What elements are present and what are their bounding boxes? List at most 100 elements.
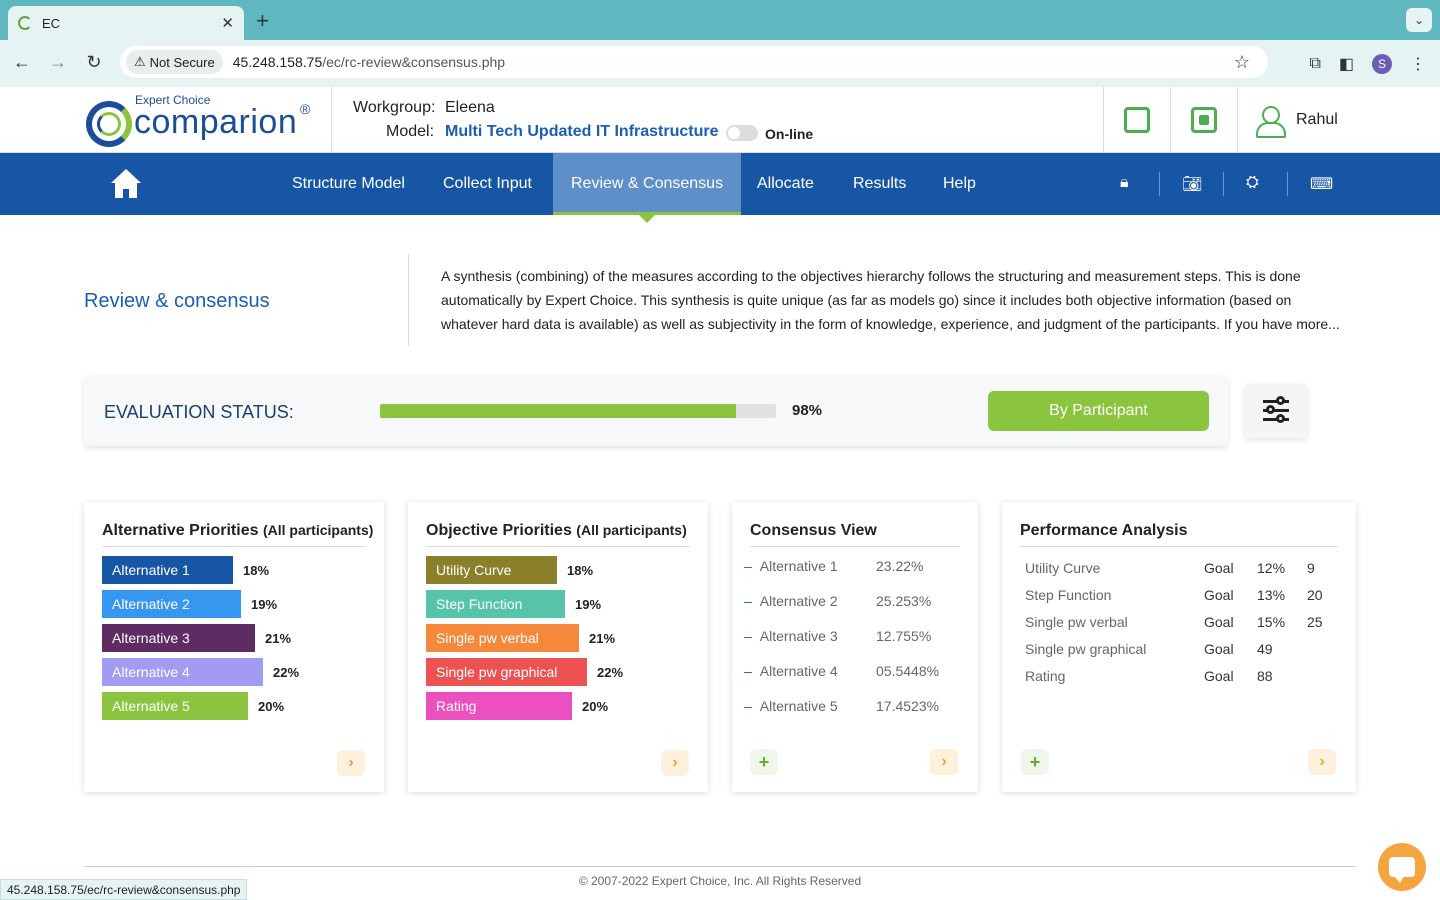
nav-allocate[interactable]: Allocate — [739, 153, 832, 215]
consensus-row[interactable]: – Alternative 2 — [744, 593, 838, 609]
alternative-priority-bar[interactable]: Alternative 2 — [102, 590, 241, 618]
card-title: Alternative Priorities (All participants… — [102, 522, 373, 540]
close-tab-icon[interactable]: ✕ — [221, 14, 234, 32]
card-title: Objective Priorities (All participants) — [426, 522, 687, 540]
logo-registered-mark: ® — [300, 101, 311, 117]
nav-help[interactable]: Help — [925, 153, 994, 215]
back-icon[interactable]: ← — [4, 52, 40, 73]
consensus-row[interactable]: – Alternative 4 — [744, 663, 838, 679]
new-tab-button[interactable]: + — [256, 8, 269, 34]
toolbar-actions: ⧉ ◧ S ⋮ — [1309, 40, 1440, 87]
keyboard-icon[interactable]: ⌨ — [1310, 174, 1333, 194]
consensus-row[interactable]: – Alternative 1 — [744, 558, 838, 574]
browser-tab[interactable]: EC ✕ — [8, 6, 244, 40]
alternative-priority-bar[interactable]: Alternative 5 — [102, 692, 248, 720]
card-divider — [1020, 546, 1338, 547]
menu-kebab-icon[interactable]: ⋮ — [1410, 54, 1426, 74]
favicon-icon — [18, 16, 32, 30]
app-header: Expert Choice comparion ® Workgroup: Ele… — [0, 87, 1440, 153]
consensus-label: Alternative 1 — [759, 558, 838, 574]
performance-objective: Single pw verbal — [1025, 614, 1128, 630]
consensus-row[interactable]: – Alternative 5 — [744, 698, 838, 714]
main-navigation: Structure Model Collect Input Review & C… — [0, 153, 1440, 223]
add-button[interactable]: + — [750, 749, 778, 775]
online-toggle[interactable] — [726, 125, 758, 141]
collapse-dash-icon[interactable]: – — [744, 593, 752, 609]
objective-priority-bar[interactable]: Utility Curve — [426, 556, 557, 584]
objective-priority-bar[interactable]: Single pw verbal — [426, 624, 579, 652]
tab-search-button[interactable]: ⌄ — [1406, 8, 1432, 32]
model-link[interactable]: Multi Tech Updated IT Infrastructure — [445, 123, 719, 141]
nav-review-consensus[interactable]: Review & Consensus — [553, 153, 742, 223]
nav-results[interactable]: Results — [835, 153, 924, 215]
nav-structure-model[interactable]: Structure Model — [274, 153, 423, 215]
collapse-dash-icon[interactable]: – — [744, 558, 752, 574]
user-menu[interactable]: Rahul — [1237, 87, 1440, 153]
filter-settings-button[interactable] — [1245, 384, 1307, 438]
card-subtitle: (All participants) — [262, 522, 374, 538]
nav-separator — [1159, 172, 1160, 196]
collapse-dash-icon[interactable]: – — [744, 628, 752, 644]
objective-priority-bar[interactable]: Rating — [426, 692, 572, 720]
nav-separator — [1223, 172, 1224, 196]
logo-wordmark: comparion — [134, 103, 298, 141]
workgroup-value[interactable]: Eleena — [445, 99, 495, 117]
browser-tabbar: EC ✕ + ⌄ — [0, 0, 1440, 40]
alternative-priority-bar[interactable]: Alternative 3 — [102, 624, 255, 652]
collapse-dash-icon[interactable]: – — [744, 663, 752, 679]
performance-value-a: 15% — [1257, 614, 1286, 630]
nav-collect-input[interactable]: Collect Input — [425, 153, 550, 215]
performance-value-a: 88 — [1257, 668, 1273, 684]
extensions-icon[interactable]: ⧉ — [1309, 55, 1320, 73]
card-subtitle: (All participants) — [576, 522, 687, 538]
map-pin-button[interactable] — [1103, 87, 1170, 153]
address-bar[interactable]: ⚠ Not Secure 45.248.158.75/ec/rc-review&c… — [120, 46, 1268, 78]
card-title-text: Objective Priorities — [426, 522, 572, 539]
card-divider — [102, 546, 366, 547]
security-chip[interactable]: ⚠ Not Secure — [126, 50, 223, 74]
page-title: Review & consensus — [84, 290, 270, 312]
objective-priority-bar[interactable]: Single pw graphical — [426, 658, 587, 686]
next-arrow-button[interactable]: › — [930, 749, 958, 775]
binoculars-icon[interactable]: ⛭ — [1246, 174, 1259, 192]
reload-icon[interactable]: ↻ — [76, 52, 112, 73]
next-arrow-button[interactable]: › — [661, 750, 689, 776]
objective-priority-bar[interactable]: Step Function — [426, 590, 565, 618]
workgroup-label: Workgroup: — [353, 99, 436, 116]
next-arrow-button[interactable]: › — [1308, 749, 1336, 775]
profile-avatar[interactable]: S — [1372, 53, 1392, 74]
evaluation-progress-fill — [380, 404, 737, 418]
consensus-value: 23.22% — [876, 558, 924, 574]
alternative-priorities-card: Alternative Priorities (All participants… — [84, 502, 384, 792]
chat-button[interactable] — [1378, 843, 1426, 891]
bookmark-star-icon[interactable]: ☆ — [1234, 52, 1250, 73]
side-panel-icon[interactable]: ◧ — [1339, 54, 1354, 74]
performance-objective: Rating — [1025, 668, 1066, 684]
alternative-priority-row: Alternative 4 22% — [102, 658, 299, 686]
lock-icon[interactable]: 🔒︎ — [1120, 174, 1129, 192]
card-title: Performance Analysis — [1020, 522, 1188, 539]
fullscreen-button[interactable] — [1170, 87, 1237, 153]
objective-priority-value: 19% — [575, 596, 602, 612]
forward-icon[interactable]: → — [40, 52, 76, 73]
evaluation-progress-text: 98% — [792, 402, 823, 419]
camera-icon[interactable]: 📷︎ — [1182, 174, 1202, 194]
online-label: On-line — [765, 126, 814, 142]
home-icon[interactable] — [110, 169, 142, 199]
next-arrow-button[interactable]: › — [337, 750, 365, 776]
performance-value-b: 25 — [1307, 614, 1323, 630]
by-participant-button[interactable]: By Participant — [988, 391, 1209, 431]
alternative-priority-value: 18% — [243, 562, 270, 578]
consensus-row[interactable]: – Alternative 3 — [744, 628, 838, 644]
collapse-dash-icon[interactable]: – — [744, 698, 752, 714]
alternative-priority-row: Alternative 3 21% — [102, 624, 291, 652]
comparion-logo[interactable]: Expert Choice comparion ® — [86, 93, 326, 149]
header-divider — [331, 87, 332, 153]
add-button[interactable]: + — [1021, 749, 1049, 775]
performance-value-a: 12% — [1257, 560, 1286, 576]
consensus-label: Alternative 2 — [759, 593, 838, 609]
alternative-priority-bar[interactable]: Alternative 4 — [102, 658, 263, 686]
alternative-priority-bar[interactable]: Alternative 1 — [102, 556, 233, 584]
url-text[interactable]: 45.248.158.75/ec/rc-review&consensus.php — [233, 54, 505, 70]
intro-description: A synthesis (combining) of the measures … — [441, 268, 1340, 332]
